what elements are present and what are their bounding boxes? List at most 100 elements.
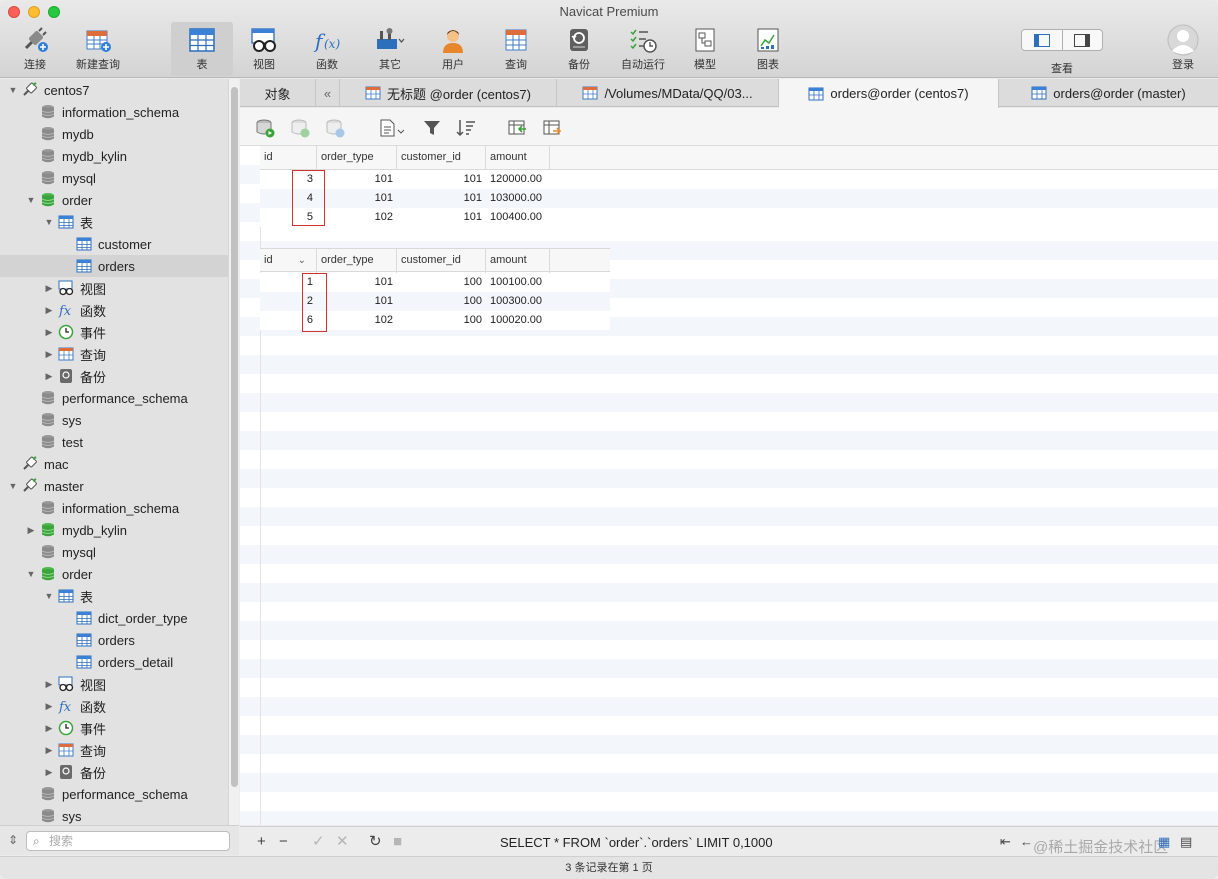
toolbar-other-button[interactable]: 其它 <box>359 22 421 76</box>
toolbar-chart-button[interactable]: 图表 <box>737 22 799 76</box>
refresh-icon[interactable]: ↻ <box>369 834 382 850</box>
add-record-icon[interactable]: + <box>257 834 266 850</box>
cell-customer-id[interactable]: 100 <box>397 292 486 311</box>
sidebar-item-db[interactable]: mydb_kylin <box>0 145 228 167</box>
sidebar-item-events[interactable]: ▶ 事件 <box>0 717 228 739</box>
sidebar-item-tables[interactable]: ▼ 表 <box>0 211 228 233</box>
sidebar-item-db[interactable]: sys <box>0 409 228 431</box>
sidebar-item-db[interactable]: test <box>0 431 228 453</box>
chevron-right-icon[interactable]: ▶ <box>44 349 54 359</box>
chevron-right-icon[interactable]: ▶ <box>44 305 54 315</box>
sidebar-item-functions[interactable]: ▶ fx 函数 <box>0 695 228 717</box>
toolbar-user-button[interactable]: 用户 <box>422 22 484 76</box>
sidebar-item-db[interactable]: mysql <box>0 541 228 563</box>
tab-objects[interactable]: 对象 <box>240 79 316 107</box>
stop-icon[interactable]: ■ <box>393 834 402 850</box>
cell-order-type[interactable]: 101 <box>317 273 397 292</box>
toolbar-model-button[interactable]: 模型 <box>674 22 736 76</box>
sidebar-item-table[interactable]: orders <box>0 255 228 277</box>
chevron-down-icon[interactable]: ▼ <box>8 481 18 491</box>
sidebar-item-functions[interactable]: ▶ fx 函数 <box>0 299 228 321</box>
sidebar-item-views[interactable]: ▶ 视图 <box>0 277 228 299</box>
toggle-sidebar-button[interactable] <box>1022 30 1062 50</box>
chevron-down-icon[interactable]: ▼ <box>44 591 54 601</box>
begin-transaction-icon[interactable] <box>255 118 275 138</box>
discard-changes-icon[interactable]: ✕ <box>336 834 349 850</box>
grid1-col-order-type[interactable]: order_type <box>317 146 397 170</box>
chevron-down-icon[interactable]: ▼ <box>8 85 18 95</box>
sidebar-item-queries[interactable]: ▶ 查询 <box>0 343 228 365</box>
table-row[interactable]: 4 101 101 103000.00 <box>260 189 1218 208</box>
cell-order-type[interactable]: 102 <box>317 208 397 227</box>
sidebar-item-table[interactable]: customer <box>0 233 228 255</box>
cell-customer-id[interactable]: 100 <box>397 273 486 292</box>
prev-page-icon[interactable]: ← <box>1020 834 1033 850</box>
cell-customer-id[interactable]: 101 <box>397 208 486 227</box>
cell-customer-id[interactable]: 101 <box>397 189 486 208</box>
grid2-col-amount[interactable]: amount <box>486 249 550 273</box>
text-view-icon[interactable] <box>378 118 406 138</box>
sidebar-item-backups[interactable]: ▶ 备份 <box>0 761 228 783</box>
grid2-col-order-type[interactable]: order_type <box>317 249 397 273</box>
sidebar-item-views[interactable]: ▶ 视图 <box>0 673 228 695</box>
cell-order-type[interactable]: 101 <box>317 292 397 311</box>
table-row[interactable]: 5 102 101 100400.00 <box>260 208 1218 227</box>
sidebar-item-tables[interactable]: ▼ 表 <box>0 585 228 607</box>
filter-toggle-icon[interactable]: ⇕ <box>8 833 18 847</box>
sidebar-item-events[interactable]: ▶ 事件 <box>0 321 228 343</box>
tab-collapse-button[interactable]: « <box>316 79 340 107</box>
chevron-right-icon[interactable]: ▶ <box>44 327 54 337</box>
sort-chevron-icon[interactable]: ⌄ <box>298 249 306 272</box>
grid1-col-customer-id[interactable]: customer_id <box>397 146 486 170</box>
table-row[interactable]: 3 101 101 120000.00 <box>260 170 1218 189</box>
cell-amount[interactable]: 100400.00 <box>486 208 550 227</box>
delete-record-icon[interactable]: − <box>279 834 288 850</box>
login-button[interactable]: 登录 <box>1152 22 1214 76</box>
chevron-down-icon[interactable]: ▼ <box>44 217 54 227</box>
grid1-col-id[interactable]: id <box>260 146 317 170</box>
sidebar-search-input[interactable]: ⌕ 搜索 <box>26 831 230 851</box>
sidebar-item-db[interactable]: performance_schema <box>0 387 228 409</box>
cell-amount[interactable]: 120000.00 <box>486 170 550 189</box>
apply-changes-icon[interactable]: ✓ <box>312 834 325 850</box>
tab-untitled-query[interactable]: 无标题 @order (centos7) <box>340 79 557 107</box>
chevron-right-icon[interactable]: ▶ <box>44 679 54 689</box>
chevron-right-icon[interactable]: ▶ <box>44 767 54 777</box>
sidebar-item-db[interactable]: mysql <box>0 167 228 189</box>
first-page-icon[interactable]: ⇤ <box>1000 834 1011 850</box>
sidebar-item-connection[interactable]: mac <box>0 453 228 475</box>
grid-view-icon[interactable]: ▦ <box>1158 834 1170 850</box>
sidebar-scrollbar[interactable] <box>228 79 239 825</box>
sidebar-item-connection[interactable]: ▼ centos7 <box>0 79 228 101</box>
toolbar-view-button[interactable]: 视图 <box>233 22 295 76</box>
sidebar-item-db[interactable]: performance_schema <box>0 783 228 805</box>
tab-orders-centos7[interactable]: orders@order (centos7) <box>779 79 999 108</box>
cell-amount[interactable]: 100100.00 <box>486 273 550 292</box>
commit-icon[interactable] <box>290 118 310 138</box>
toggle-info-panel-button[interactable] <box>1061 30 1103 50</box>
scrollbar-thumb[interactable] <box>231 87 238 787</box>
toolbar-query-button[interactable]: 查询 <box>485 22 547 76</box>
cell-customer-id[interactable]: 101 <box>397 170 486 189</box>
grid2-col-id[interactable]: id ⌄ <box>260 249 317 273</box>
chevron-right-icon[interactable]: ▶ <box>44 723 54 733</box>
export-icon[interactable] <box>542 118 562 138</box>
sidebar-item-table[interactable]: dict_order_type <box>0 607 228 629</box>
sidebar-item-db-open[interactable]: ▶ mydb_kylin <box>0 519 228 541</box>
toolbar-function-button[interactable]: f (x) 函数 <box>296 22 358 76</box>
chevron-right-icon[interactable]: ▶ <box>44 371 54 381</box>
chevron-right-icon[interactable]: ▶ <box>44 745 54 755</box>
tab-orders-master[interactable]: orders@order (master) <box>999 79 1218 107</box>
sidebar-item-db-open[interactable]: ▼ order <box>0 189 228 211</box>
toolbar-table-button[interactable]: 表 <box>171 22 233 76</box>
sidebar-item-table[interactable]: orders <box>0 629 228 651</box>
cell-order-type[interactable]: 102 <box>317 311 397 330</box>
filter-icon[interactable] <box>422 118 442 138</box>
sidebar-item-db[interactable]: mydb <box>0 123 228 145</box>
chevron-right-icon[interactable]: ▶ <box>44 283 54 293</box>
toolbar-backup-button[interactable]: 备份 <box>548 22 610 76</box>
sidebar-item-queries[interactable]: ▶ 查询 <box>0 739 228 761</box>
sidebar-item-backups[interactable]: ▶ 备份 <box>0 365 228 387</box>
rollback-icon[interactable] <box>325 118 345 138</box>
sidebar-item-db[interactable]: sys <box>0 805 228 825</box>
